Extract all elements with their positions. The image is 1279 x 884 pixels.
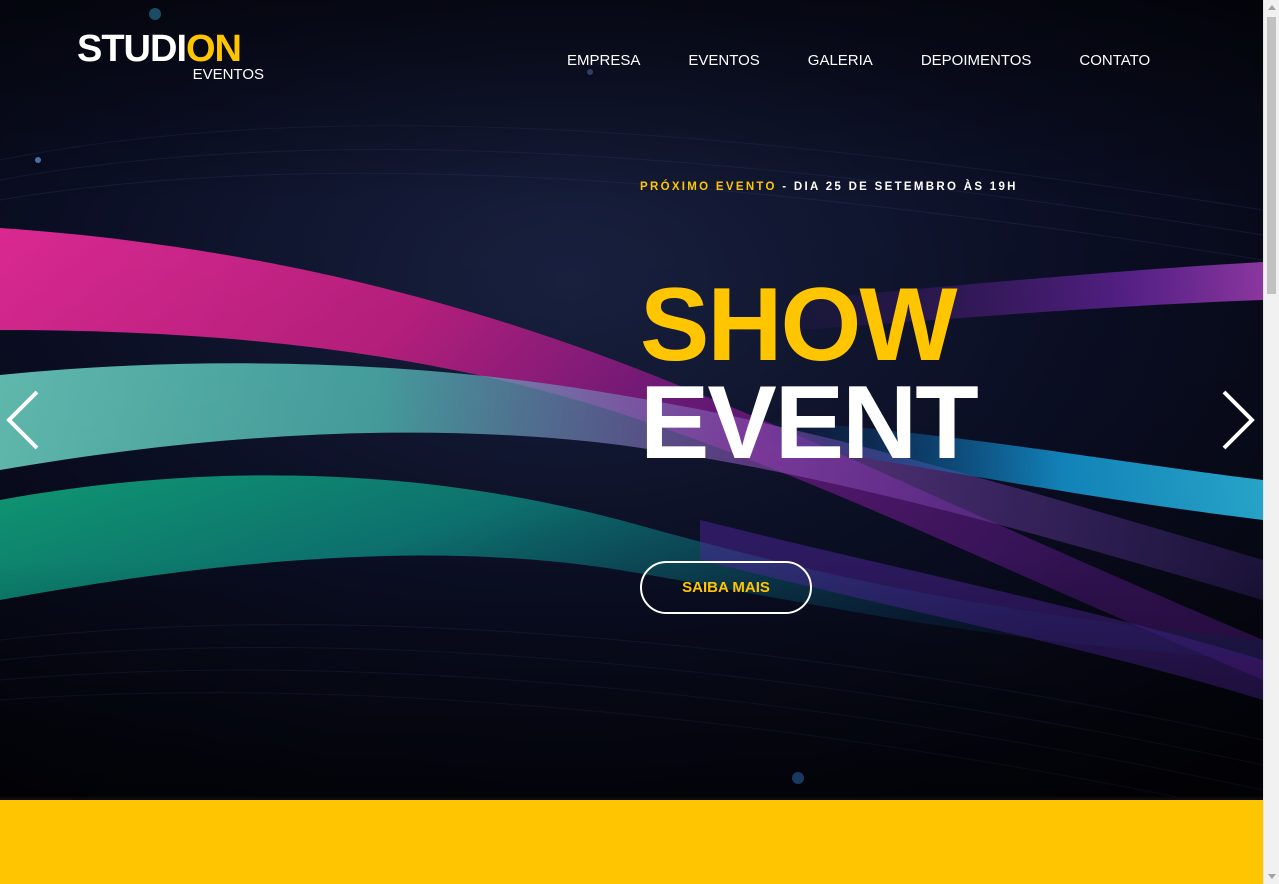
slider-next-button[interactable] [1220, 388, 1256, 452]
yellow-section [0, 797, 1263, 884]
next-event-kicker: PRÓXIMO EVENTO - DIA 25 DE SETEMBRO ÀS 1… [640, 181, 1018, 193]
next-event-label: PRÓXIMO EVENTO [640, 181, 777, 193]
nav-item-contato[interactable]: CONTATO [1079, 52, 1150, 70]
logo-wordmark-accent: ON [186, 28, 242, 70]
next-event-date: - DIA 25 DE SETEMBRO ÀS 19H [776, 181, 1018, 193]
hero-headline: SHOW EVENT [640, 267, 979, 481]
page: STUDION EVENTOS EMPRESA EVENTOS GALERIA … [0, 0, 1279, 884]
nav-item-depoimentos[interactable]: DEPOIMENTOS [921, 52, 1032, 70]
chevron-left-icon [6, 390, 39, 450]
nav-item-eventos[interactable]: EVENTOS [688, 52, 759, 70]
triangle-down-icon [1267, 874, 1276, 879]
scroll-up-arrow[interactable] [1264, 0, 1279, 15]
scroll-thumb[interactable] [1267, 17, 1276, 294]
nav-item-empresa[interactable]: EMPRESA [567, 52, 640, 70]
nav-item-galeria[interactable]: GALERIA [808, 52, 873, 70]
hero-background-image [0, 0, 1263, 800]
logo-subtitle: EVENTOS [192, 66, 264, 83]
headline-line-2: EVENT [640, 365, 979, 481]
logo-wordmark-prefix: STUDI [77, 28, 187, 70]
logo[interactable]: STUDION EVENTOS [77, 28, 267, 87]
slider-prev-button[interactable] [5, 388, 41, 452]
hero-slider: STUDION EVENTOS EMPRESA EVENTOS GALERIA … [0, 0, 1263, 800]
chevron-right-icon [1222, 390, 1255, 450]
triangle-up-icon [1267, 5, 1276, 10]
main-nav: EMPRESA EVENTOS GALERIA DEPOIMENTOS CONT… [567, 52, 1150, 70]
scroll-down-arrow[interactable] [1264, 869, 1279, 884]
saiba-mais-button[interactable]: SAIBA MAIS [640, 561, 812, 614]
vertical-scrollbar[interactable] [1263, 0, 1279, 884]
headline-line-1: SHOW [640, 267, 958, 383]
logo-wordmark: STUDION [77, 28, 242, 70]
